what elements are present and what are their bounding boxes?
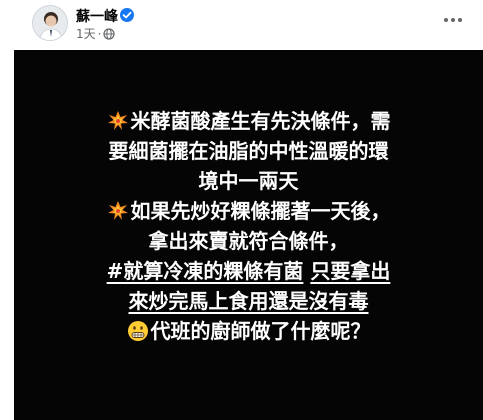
verified-badge-icon [120,8,134,22]
image-text-line: 如果先炒好粿條擺著一天後， [14,196,483,226]
image-text-segment: 米酵菌酸產生有先決條件，需 [130,109,391,133]
image-text-line: 代班的廚師做了什麼呢？ [14,316,483,346]
more-options-icon [444,18,448,22]
image-text-segment: 如果先炒好粿條擺著一天後， [130,199,391,223]
post-meta: 1天 · [76,25,116,42]
image-text-segment: 要細菌擺在油脂的中性溫暖的環 [108,139,389,163]
image-text: 米酵菌酸產生有先決條件，需要細菌擺在油脂的中性溫暖的環 境中一兩天如果先炒好粿條擺… [14,106,483,346]
image-text-segment: 境中一兩天 [198,169,299,193]
image-text-segment: 只要拿出 [310,259,391,283]
avatar[interactable] [32,5,68,41]
more-options-button[interactable] [441,10,465,30]
left-margin [0,0,14,420]
image-text-line: 境中一兩天 [14,166,483,196]
image-text-line: 來炒完馬上食用還是沒有毒 [14,286,483,316]
image-text-line: #就算冷凍的粿條有菌 只要拿出 [14,256,483,286]
image-text-segment: 代班的廚師做了什麼呢？ [150,319,371,343]
post-image[interactable]: 米酵菌酸產生有先決條件，需要細菌擺在油脂的中性溫暖的環 境中一兩天如果先炒好粿條擺… [14,50,483,420]
more-options-dot [451,18,455,22]
more-options-dot [458,18,462,22]
profile-photo [33,6,67,40]
image-text-segment: 來炒完馬上食用還是沒有毒 [128,289,369,313]
image-text-line: 要細菌擺在油脂的中性溫暖的環 [14,136,483,166]
post-card: 蘇一峰 1天 · 米酵菌酸產生有先決條件，需要細菌擺在油脂的中性溫暖的環 境中一兩… [0,0,483,420]
collision-icon [107,199,131,223]
post-timestamp[interactable]: 1天 [76,25,96,42]
grimacing-face-icon [127,319,151,343]
image-text-line: 米酵菌酸產生有先決條件，需 [14,106,483,136]
post-header: 蘇一峰 1天 · [0,0,483,50]
meta-separator: · [97,26,102,41]
image-text-line: 拿出來賣就符合條件， [14,226,483,256]
collision-icon [107,109,131,133]
author-name[interactable]: 蘇一峰 [76,6,118,26]
image-text-segment: #就算冷凍的粿條有菌 [106,259,304,283]
image-text-segment: 拿出來賣就符合條件， [148,229,349,253]
globe-icon [103,27,116,40]
